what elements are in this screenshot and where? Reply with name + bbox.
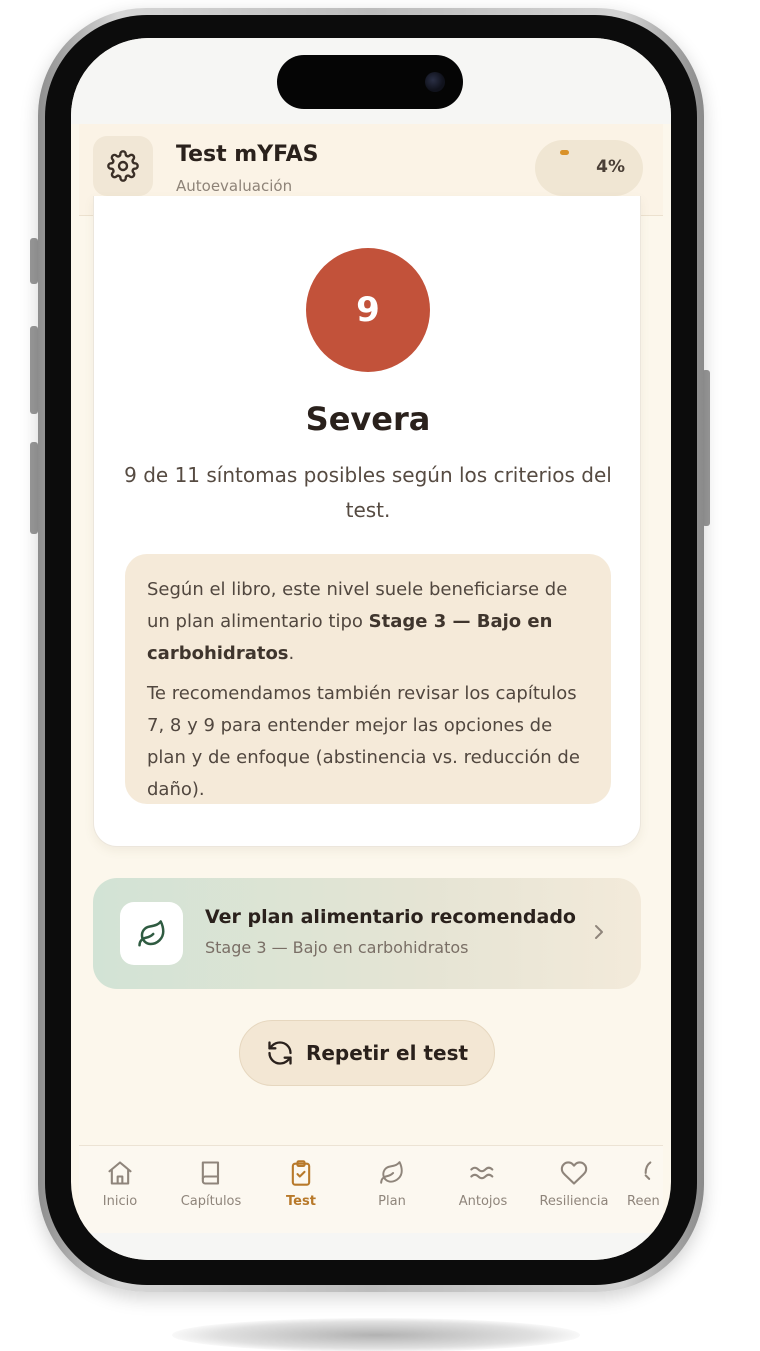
bottom-tab-bar: Inicio Capítulos Test Plan Antojos Resil… — [79, 1145, 663, 1233]
tab-test[interactable]: Test — [256, 1158, 346, 1209]
recommendation-period: . — [288, 643, 295, 664]
partial-icon — [644, 1161, 652, 1180]
recommended-plan-card[interactable]: Ver plan alimentario recomendado Stage 3… — [93, 878, 641, 989]
symptoms-summary: 9 de 11 síntomas posibles según los crit… — [124, 463, 612, 522]
dynamic-island — [277, 55, 463, 109]
recommendation-box: Según el libro, este nivel suele benefic… — [125, 554, 611, 804]
severity-label: Severa — [305, 400, 431, 438]
recommendation-paragraph-2: Te recomendamos también revisar los capí… — [147, 683, 580, 800]
volume-up-button — [30, 326, 38, 414]
gear-icon — [107, 150, 139, 182]
tab-label: Reen — [627, 1194, 660, 1209]
plan-card-title: Ver plan alimentario recomendado — [205, 906, 576, 928]
result-card: 9 Severa 9 de 11 síntomas posibles según… — [93, 196, 641, 847]
tab-label: Plan — [378, 1194, 406, 1209]
tab-capitulos[interactable]: Capítulos — [166, 1158, 256, 1209]
home-icon — [108, 1161, 132, 1185]
app-screen: Test mYFAS Autoevaluación 4% 9 Severa 9 … — [71, 38, 671, 1260]
repeat-test-label: Repetir el test — [305, 1041, 469, 1065]
recommendation-paragraph-1: Según el libro, este nivel suele benefic… — [147, 574, 589, 670]
clipboard-check-icon — [291, 1160, 311, 1186]
tab-antojos[interactable]: Antojos — [438, 1158, 528, 1209]
settings-button[interactable] — [93, 136, 153, 196]
refresh-icon — [268, 1041, 292, 1065]
leaf-icon — [137, 919, 164, 946]
phone-shadow — [172, 1318, 580, 1351]
tab-label: Capítulos — [180, 1194, 242, 1209]
tab-label: Test — [286, 1194, 316, 1209]
camera-icon — [425, 72, 445, 92]
action-button — [30, 238, 38, 284]
plan-icon-tile — [120, 902, 183, 965]
stage: Test mYFAS Autoevaluación 4% 9 Severa 9 … — [0, 0, 760, 1351]
heart-icon — [560, 1161, 588, 1185]
tab-resiliencia[interactable]: Resiliencia — [529, 1158, 619, 1209]
score-badge: 9 — [306, 248, 430, 372]
volume-down-button — [30, 442, 38, 534]
page-subtitle: Autoevaluación — [176, 177, 293, 195]
progress-percent: 4% — [596, 157, 625, 177]
tab-label: Inicio — [102, 1194, 138, 1209]
progress-ring-fill — [560, 150, 569, 155]
tab-label: Antojos — [458, 1194, 508, 1209]
tab-plan[interactable]: Plan — [347, 1158, 437, 1209]
plan-card-subtitle: Stage 3 — Bajo en carbohidratos — [205, 938, 469, 957]
page-title: Test mYFAS — [176, 142, 319, 167]
book-icon — [201, 1161, 220, 1185]
repeat-test-button[interactable]: Repetir el test — [239, 1020, 495, 1086]
leaf-icon — [380, 1161, 403, 1184]
waves-icon — [470, 1166, 494, 1180]
tab-label: Resiliencia — [539, 1194, 609, 1209]
home-indicator-area — [71, 1233, 671, 1260]
chevron-right-icon — [595, 925, 603, 939]
tab-inicio[interactable]: Inicio — [75, 1158, 165, 1209]
progress-indicator: 4% — [535, 140, 643, 196]
tab-reen[interactable]: Reen — [619, 1158, 663, 1209]
